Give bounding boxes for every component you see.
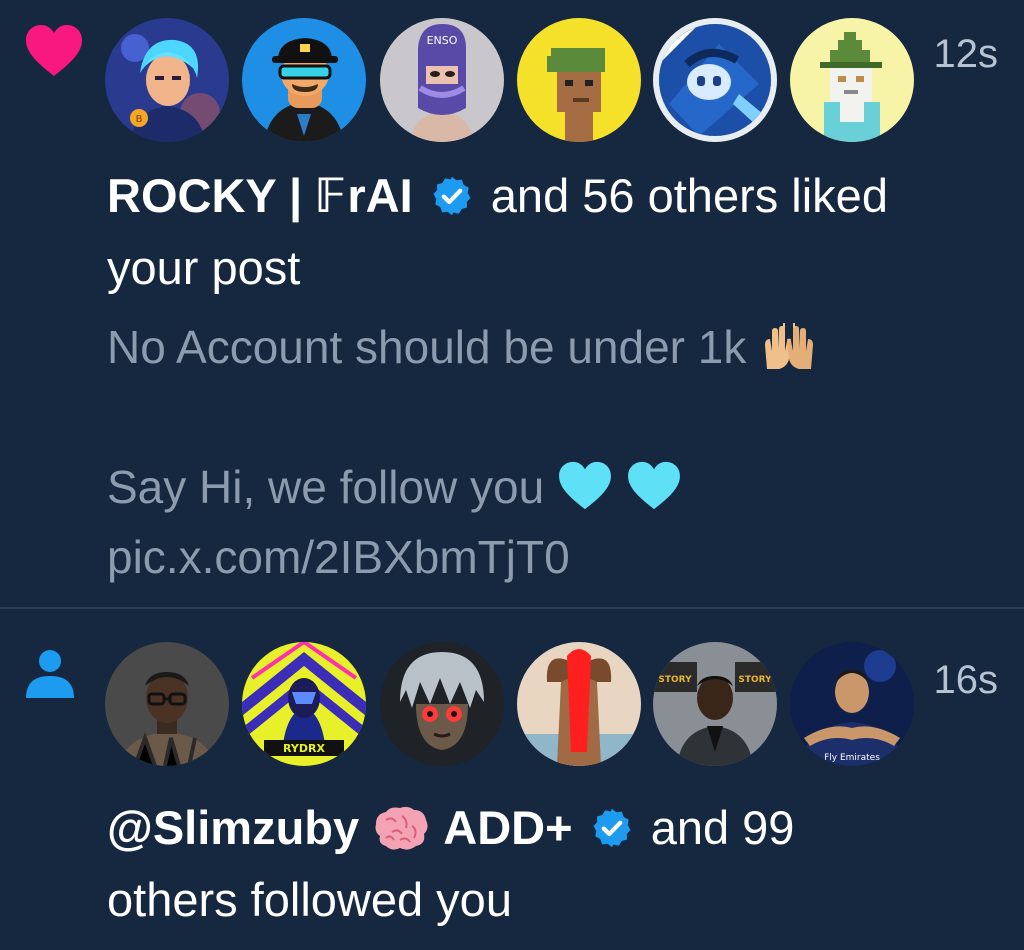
post-text-line-1: No Account should be under 1k <box>107 321 747 373</box>
post-blank-line <box>107 382 997 452</box>
story-label-left: STORY <box>658 675 692 685</box>
divider <box>0 607 1024 609</box>
avatar-cartoon-man[interactable] <box>242 18 366 142</box>
follow-headline: @Slimzuby ADD+ and 99 others followed yo… <box>107 792 997 936</box>
svg-text:B: B <box>136 114 143 125</box>
heart-icon <box>26 25 82 76</box>
like-suffix: and 56 others liked <box>490 169 888 222</box>
notification-time: 12s <box>933 32 999 76</box>
follow-notification[interactable]: RYDRX STORY STORY Fly Emirates 16s @Slim… <box>0 610 1024 950</box>
person-icon <box>26 650 74 698</box>
avatar-anime-boy[interactable]: B <box>105 18 229 142</box>
avatar-anime-grey[interactable] <box>380 642 504 766</box>
ensko-label: ENSO <box>427 34 458 47</box>
avatar-pixel-punk[interactable] <box>517 18 641 142</box>
rydrx-label: RYDRX <box>283 742 325 755</box>
follow-suffix: and 99 <box>650 801 795 854</box>
like-suffix-line2: your post <box>107 241 301 294</box>
brain-icon <box>375 806 428 850</box>
follow-suffix-line2: others followed you <box>107 873 512 926</box>
light-blue-heart-icon <box>559 461 611 510</box>
avatar-red-hair[interactable] <box>517 642 641 766</box>
avatar-glasses-man[interactable] <box>105 642 229 766</box>
actor2-name[interactable]: ADD+ <box>443 801 572 854</box>
post-line: No Account should be under 1k <box>107 312 997 382</box>
post-line: Say Hi, we follow you <box>107 452 997 522</box>
post-preview[interactable]: No Account should be under 1k Say Hi, we… <box>107 312 997 592</box>
avatar-blue-anime[interactable] <box>653 18 777 142</box>
light-blue-heart-icon <box>627 461 680 510</box>
actor-name[interactable]: @Slimzuby <box>107 801 359 854</box>
story-label-right: STORY <box>738 675 772 685</box>
jersey-label: Fly Emirates <box>824 753 880 763</box>
avatar-ensko-mask[interactable]: ENSO <box>380 18 504 142</box>
post-link[interactable]: pic.x.com/2IBXbmTjT0 <box>107 522 997 592</box>
like-headline: ROCKY | 𝔽rAI and 56 others liked your po… <box>107 160 997 304</box>
post-text-line-3: Say Hi, we follow you <box>107 461 545 513</box>
avatar-rydrx[interactable]: RYDRX <box>242 642 366 766</box>
notifications-feed: B ENSO 12s ROCKY | 𝔽rAI and 56 others li… <box>0 0 1024 950</box>
avatar-pixel-wizard[interactable] <box>790 18 914 142</box>
notification-time: 16s <box>933 658 999 702</box>
avatar-suit-man[interactable]: STORY STORY <box>653 642 777 766</box>
avatar-ronaldo[interactable]: Fly Emirates <box>790 642 914 766</box>
actor-name[interactable]: ROCKY | 𝔽rAI <box>107 169 413 222</box>
verified-badge-icon <box>433 176 471 216</box>
verified-badge-icon <box>593 808 631 848</box>
like-notification[interactable]: B ENSO 12s ROCKY | 𝔽rAI and 56 others li… <box>0 0 1024 608</box>
raising-hands-icon <box>765 323 814 369</box>
